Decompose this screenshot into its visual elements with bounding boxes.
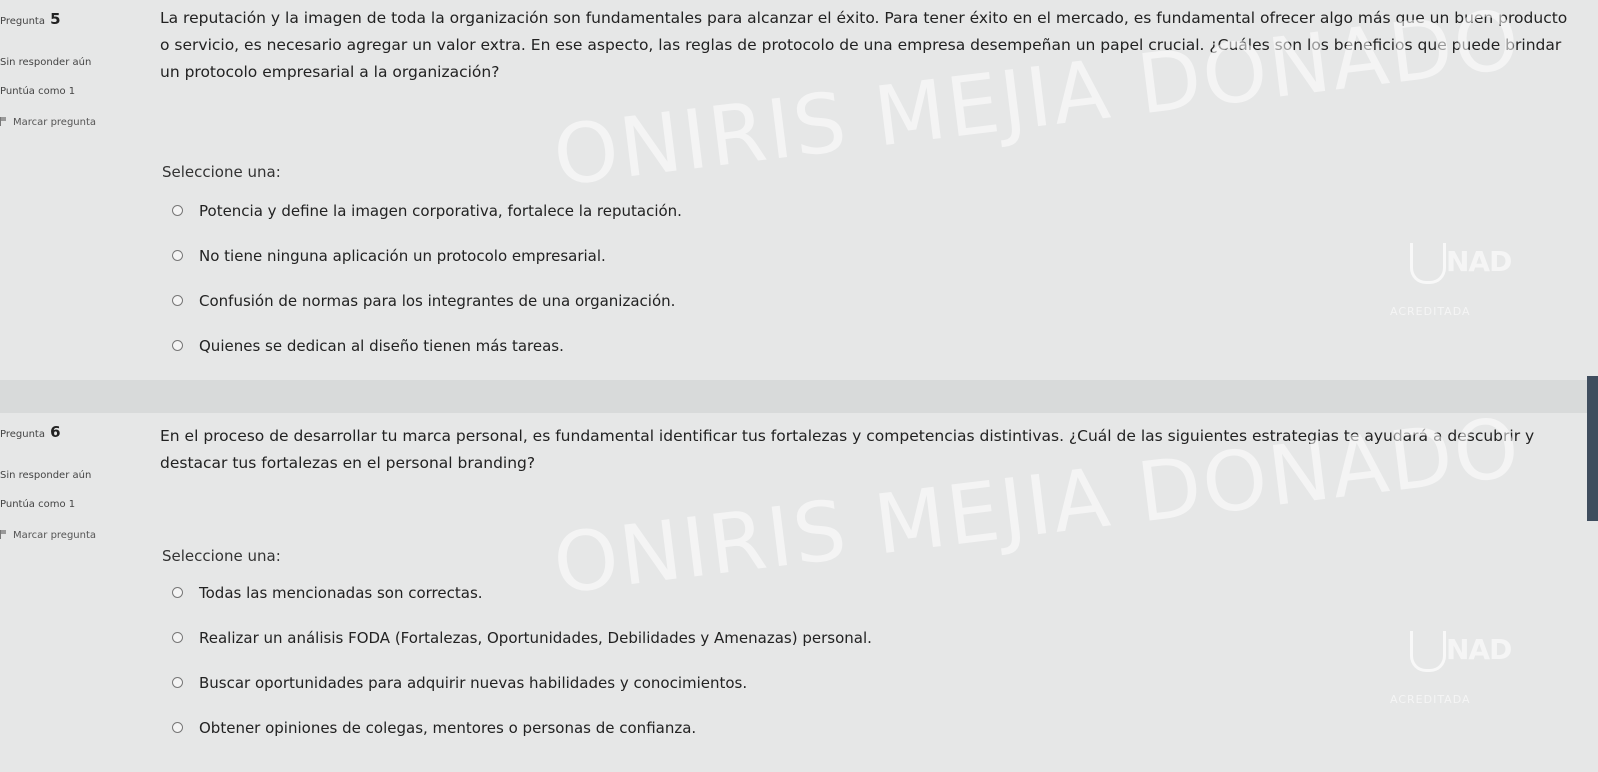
radio-button[interactable] [172, 340, 183, 351]
flag-question-link[interactable]: Marcar pregunta [0, 116, 96, 128]
question-separator [0, 380, 1598, 413]
question-content: En el proceso de desarrollar tu marca pe… [135, 413, 1598, 772]
flag-icon [0, 530, 7, 539]
answer-label[interactable]: Confusión de normas para los integrantes… [199, 292, 675, 310]
radio-button[interactable] [172, 722, 183, 733]
answer-label[interactable]: Potencia y define la imagen corporativa,… [199, 202, 682, 220]
question-6: Pregunta 6 Sin responder aún Puntúa como… [0, 400, 1598, 772]
question-number-label: Pregunta [0, 429, 45, 440]
quiz-page: Pregunta 5 Sin responder aún Puntúa como… [0, 0, 1598, 772]
flag-question-label: Marcar pregunta [13, 530, 97, 541]
answer-option[interactable]: Realizar un análisis FODA (Fortalezas, O… [172, 615, 872, 660]
radio-button[interactable] [172, 632, 183, 643]
answer-label[interactable]: Realizar un análisis FODA (Fortalezas, O… [199, 629, 872, 647]
question-state: Sin responder aún [0, 470, 92, 481]
answer-label[interactable]: Quienes se dedican al diseño tienen más … [199, 337, 564, 355]
answer-list: Todas las mencionadas son correctas. Rea… [172, 570, 872, 750]
question-number-value: 6 [50, 423, 61, 441]
question-number-value: 5 [50, 10, 61, 28]
question-grade: Puntúa como 1 [0, 499, 76, 510]
question-content: La reputación y la imagen de toda la org… [135, 0, 1598, 380]
question-text: En el proceso de desarrollar tu marca pe… [160, 427, 1535, 472]
answer-option[interactable]: Confusión de normas para los integrantes… [172, 278, 682, 323]
radio-button[interactable] [172, 295, 183, 306]
question-5: Pregunta 5 Sin responder aún Puntúa como… [0, 0, 1598, 380]
answer-label[interactable]: Todas las mencionadas son correctas. [199, 584, 483, 602]
radio-button[interactable] [172, 587, 183, 598]
answer-option[interactable]: Obtener opiniones de colegas, mentores o… [172, 705, 872, 750]
answer-option[interactable]: Buscar oportunidades para adquirir nueva… [172, 660, 872, 705]
question-number: Pregunta 5 [0, 12, 61, 27]
scrollbar-thumb[interactable] [1587, 376, 1598, 521]
answer-option[interactable]: No tiene ninguna aplicación un protocolo… [172, 233, 682, 278]
answer-option[interactable]: Quienes se dedican al diseño tienen más … [172, 323, 682, 368]
question-number-label: Pregunta [0, 16, 45, 27]
flag-question-link[interactable]: Marcar pregunta [0, 529, 96, 541]
answer-prompt: Seleccione una: [162, 163, 281, 181]
answer-prompt: Seleccione una: [162, 547, 281, 565]
question-grade: Puntúa como 1 [0, 86, 76, 97]
answer-option[interactable]: Todas las mencionadas son correctas. [172, 570, 872, 615]
flag-question-label: Marcar pregunta [13, 117, 97, 128]
answer-label[interactable]: No tiene ninguna aplicación un protocolo… [199, 247, 606, 265]
radio-button[interactable] [172, 250, 183, 261]
radio-button[interactable] [172, 205, 183, 216]
answer-list: Potencia y define la imagen corporativa,… [172, 188, 682, 368]
answer-label[interactable]: Buscar oportunidades para adquirir nueva… [199, 674, 747, 692]
question-state: Sin responder aún [0, 57, 92, 68]
radio-button[interactable] [172, 677, 183, 688]
question-number: Pregunta 6 [0, 425, 61, 440]
question-text: La reputación y la imagen de toda la org… [160, 9, 1568, 81]
answer-option[interactable]: Potencia y define la imagen corporativa,… [172, 188, 682, 233]
flag-icon [0, 117, 7, 126]
answer-label[interactable]: Obtener opiniones de colegas, mentores o… [199, 719, 696, 737]
